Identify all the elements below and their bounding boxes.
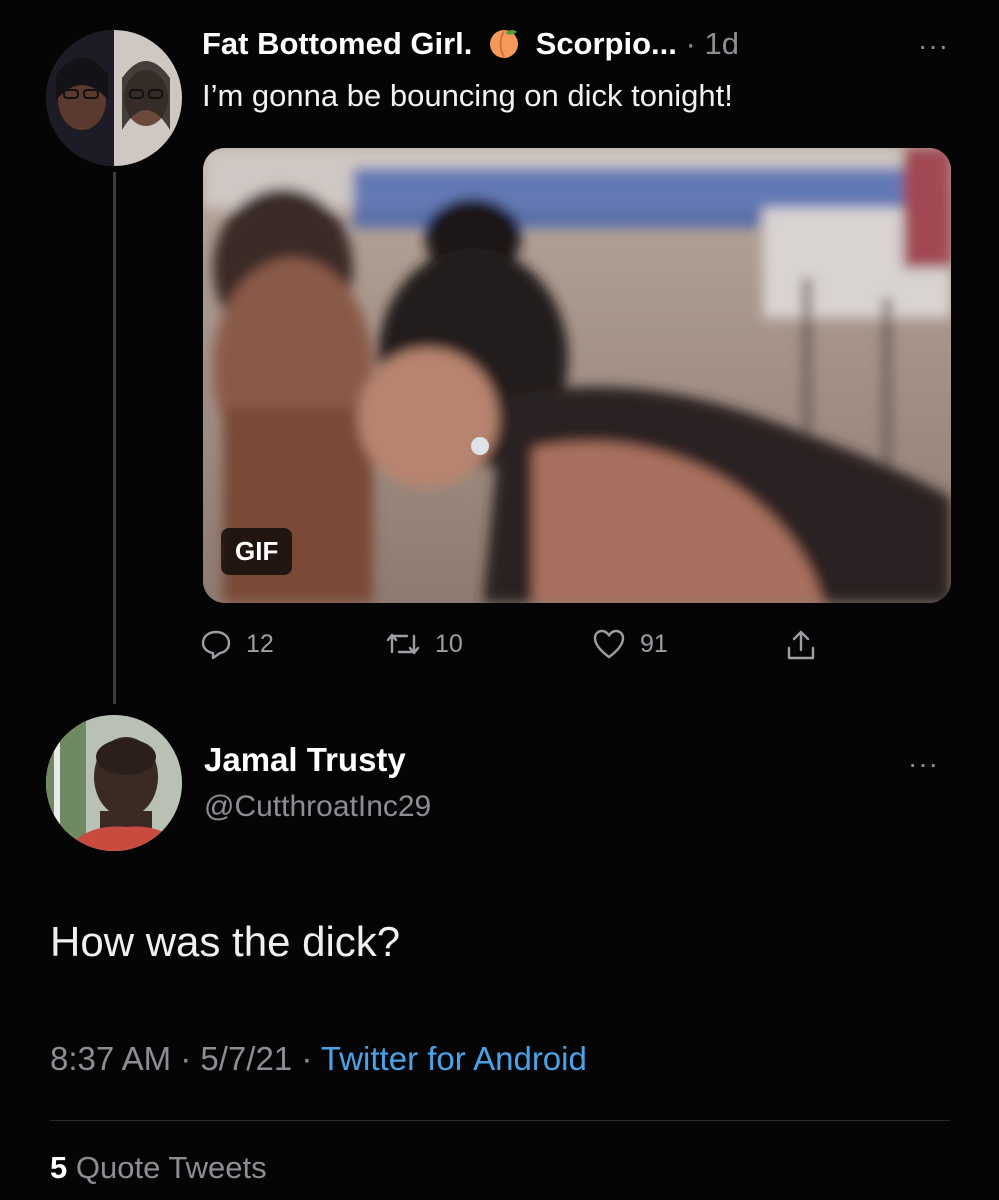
gif-media[interactable]: GIF	[203, 148, 951, 603]
user-handle[interactable]: @CutthroatInc29	[204, 790, 431, 824]
share-icon	[787, 630, 815, 660]
divider	[50, 1120, 950, 1121]
quote-tweets-link[interactable]: 5 Quote Tweets	[50, 1150, 267, 1186]
quote-count: 5	[50, 1150, 68, 1185]
thread-connector-line	[113, 172, 116, 704]
reply-icon	[201, 630, 231, 660]
avatar[interactable]	[46, 715, 182, 851]
display-name[interactable]: Jamal Trusty	[204, 741, 406, 779]
reply-button[interactable]: 12	[200, 628, 274, 660]
avatar[interactable]	[46, 30, 182, 166]
tweet-source-link[interactable]: Twitter for Android	[321, 1040, 587, 1077]
reply-count: 12	[246, 629, 274, 658]
share-button[interactable]	[785, 628, 831, 662]
tweet-actions: 12 10 91	[200, 628, 840, 668]
more-icon[interactable]: ···	[908, 748, 939, 780]
tweet-text: I’m gonna be bouncing on dick tonight!	[202, 78, 733, 113]
more-icon[interactable]: ···	[918, 30, 949, 62]
display-name-suffix[interactable]: Scorpio...	[536, 26, 677, 61]
tweet-time[interactable]: · 1d	[686, 26, 739, 61]
profile-photo-collage	[46, 30, 182, 166]
tweet-meta: 8:37 AM · 5/7/21 · Twitter for Android	[50, 1040, 587, 1078]
retweet-button[interactable]: 10	[385, 628, 463, 660]
gif-frame-image	[203, 148, 951, 603]
profile-photo	[46, 715, 182, 851]
tweet-timestamp[interactable]: 8:37 AM · 5/7/21 ·	[50, 1040, 321, 1077]
like-count: 91	[640, 629, 668, 658]
gif-badge: GIF	[221, 528, 293, 575]
retweet-icon	[386, 633, 420, 655]
tweet-header: Fat Bottomed Girl. Scorpio... · 1d	[202, 26, 962, 62]
like-button[interactable]: 91	[592, 628, 668, 660]
display-name[interactable]: Fat Bottomed Girl.	[202, 26, 472, 61]
peach-emoji-icon	[490, 30, 519, 58]
tweet-text: How was the dick?	[50, 918, 401, 965]
retweet-count: 10	[435, 629, 463, 658]
quote-label: Quote Tweets	[75, 1150, 267, 1185]
heart-icon	[593, 629, 625, 659]
